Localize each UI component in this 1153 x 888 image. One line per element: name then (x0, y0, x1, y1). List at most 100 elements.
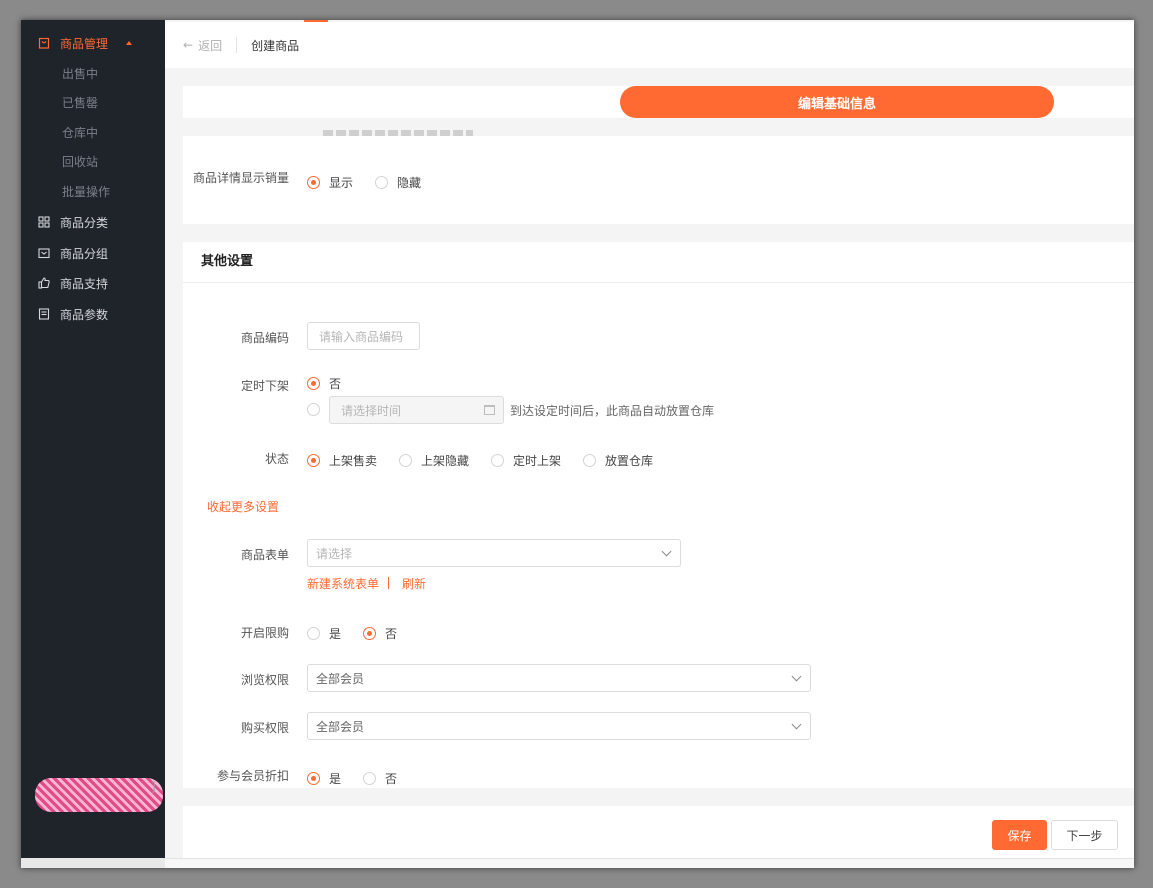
radio-show[interactable]: 显示 (307, 174, 353, 191)
sales-display-label: 商品详情显示销量 (192, 171, 289, 185)
radio-label: 是 (329, 772, 342, 786)
select-value: 全部会员 (316, 671, 365, 686)
basic-info-card: 商品详情显示销量 显示 隐藏 (183, 130, 1134, 224)
page-header: ← 返回 创建商品 (165, 22, 1134, 68)
radio-dot (307, 627, 320, 640)
radio-limit-no[interactable]: 否 (363, 625, 397, 642)
product-code-input[interactable]: 请输入商品编码 (307, 322, 420, 350)
header-divider (236, 37, 238, 53)
sidebar-subitem-batch-ops[interactable]: 批量操作 (62, 182, 110, 202)
buy-permission-label: 购买权限 (240, 721, 289, 735)
sidebar-subitem-recycle-bin[interactable]: 回收站 (62, 152, 98, 172)
select-value: 全部会员 (316, 719, 365, 734)
radio-scheduled-listing[interactable]: 定时上架 (491, 452, 561, 469)
calendar-icon (484, 405, 495, 415)
grid-icon (38, 216, 50, 228)
radio-label: 显示 (329, 176, 354, 190)
radio-label: 放置仓库 (605, 454, 654, 468)
sidebar-item-product-management[interactable]: 商品管理 (21, 31, 165, 55)
sidebar-item-product-category[interactable]: 商品分类 (21, 210, 165, 234)
scheduled-off-hint: 到达设定时间后，此商品自动放置仓库 (510, 404, 715, 418)
folder-icon (38, 247, 50, 259)
product-code-label: 商品编码 (240, 331, 289, 345)
thumbs-up-icon (38, 277, 50, 289)
radio-limit-yes[interactable]: 是 (307, 625, 341, 642)
radio-dot (307, 772, 320, 785)
sidebar-item-product-support[interactable]: 商品支持 (21, 271, 165, 295)
scheduled-off-label: 定时下架 (240, 379, 289, 393)
radio-discount-no[interactable]: 否 (363, 770, 397, 787)
sidebar-item-label: 商品管理 (60, 36, 109, 51)
section-title: 其他设置 (183, 242, 1134, 283)
radio-dot (307, 403, 320, 416)
time-picker-input[interactable]: 请选择时间 (329, 396, 504, 424)
next-step-button[interactable]: 下一步 (1051, 820, 1118, 850)
product-form-label: 商品表单 (240, 548, 289, 562)
arrow-left-icon: ← (183, 38, 194, 52)
member-discount-label: 参与会员折扣 (216, 769, 289, 783)
refresh-link[interactable]: 刷新 (402, 575, 426, 592)
radio-discount-yes[interactable]: 是 (307, 770, 341, 787)
radio-listed-hidden[interactable]: 上架隐藏 (399, 452, 469, 469)
sidebar-subitem-sold-out[interactable]: 已售罄 (62, 93, 98, 113)
other-settings-card: 其他设置 商品编码 请输入商品编码 定时下架 否 请选择时间 到达设定时间后，此… (183, 242, 1134, 788)
sidebar-item-label: 商品支持 (60, 276, 109, 291)
input-placeholder: 请选择时间 (341, 403, 402, 418)
radio-dot (583, 454, 597, 467)
browse-permission-label: 浏览权限 (240, 673, 289, 687)
radio-scheduled-time[interactable] (307, 403, 329, 416)
new-system-form-link[interactable]: 新建系统表单 (307, 575, 379, 592)
sidebar: 商品管理 出售中 已售罄 仓库中 回收站 批量操作 商品分类 商品分组 商品支持 (21, 20, 165, 868)
select-placeholder: 请选择 (316, 546, 353, 561)
radio-label: 隐藏 (397, 176, 422, 190)
radio-dot (307, 377, 320, 390)
radio-label: 上架售卖 (329, 454, 378, 468)
purchase-limit-label: 开启限购 (240, 626, 289, 640)
chevron-up-icon (126, 41, 133, 45)
radio-on-sale[interactable]: 上架售卖 (307, 452, 377, 469)
browse-permission-select[interactable]: 全部会员 (307, 664, 811, 692)
radio-label: 否 (385, 772, 398, 786)
radio-hide[interactable]: 隐藏 (375, 174, 421, 191)
app-window: 商品管理 出售中 已售罄 仓库中 回收站 批量操作 商品分类 商品分组 商品支持 (21, 20, 1134, 868)
step-edit-basic-info[interactable]: 编辑基础信息 (620, 86, 1054, 118)
sidebar-footer-strip (21, 858, 165, 868)
radio-label: 是 (329, 627, 342, 641)
chevron-down-icon (661, 546, 672, 557)
faded-scrolled-text (323, 128, 483, 142)
step-bar: 编辑基础信息 (183, 86, 1134, 118)
sales-display-radio-group: 显示 隐藏 (307, 174, 443, 191)
avatar[interactable] (35, 778, 163, 812)
radio-dot (307, 176, 320, 189)
sidebar-item-label: 商品参数 (60, 307, 109, 322)
radio-dot (363, 627, 377, 640)
product-form-select[interactable]: 请选择 (307, 539, 681, 567)
radio-no[interactable]: 否 (307, 375, 341, 392)
status-label: 状态 (264, 452, 289, 466)
radio-to-warehouse[interactable]: 放置仓库 (583, 452, 653, 469)
buy-permission-select[interactable]: 全部会员 (307, 712, 811, 740)
sidebar-item-label: 商品分组 (60, 246, 109, 261)
sidebar-item-product-params[interactable]: 商品参数 (21, 302, 165, 326)
bottom-strip (165, 858, 1134, 868)
radio-label: 上架隐藏 (421, 454, 470, 468)
sidebar-subitem-warehouse[interactable]: 仓库中 (62, 123, 98, 143)
scheduled-off-time-radio (307, 403, 329, 416)
collapse-more-settings-link[interactable]: 收起更多设置 (207, 498, 279, 515)
sidebar-item-product-group[interactable]: 商品分组 (21, 241, 165, 265)
save-button[interactable]: 保存 (992, 820, 1047, 850)
page-title: 创建商品 (251, 38, 300, 53)
purchase-limit-radio-group: 是 否 (307, 625, 419, 642)
chevron-down-icon (791, 671, 802, 682)
back-button[interactable]: ← 返回 (183, 37, 222, 54)
radio-dot (399, 454, 413, 467)
status-radio-group: 上架售卖 上架隐藏 定时上架 放置仓库 (307, 452, 675, 469)
chevron-down-icon (791, 719, 802, 730)
radio-label: 否 (385, 627, 398, 641)
member-discount-radio-group: 是 否 (307, 770, 419, 787)
radio-label: 否 (329, 377, 342, 391)
sidebar-subitem-on-sale[interactable]: 出售中 (62, 64, 98, 84)
sidebar-item-label: 商品分类 (60, 215, 109, 230)
bag-icon (38, 37, 50, 49)
radio-dot (375, 176, 389, 189)
